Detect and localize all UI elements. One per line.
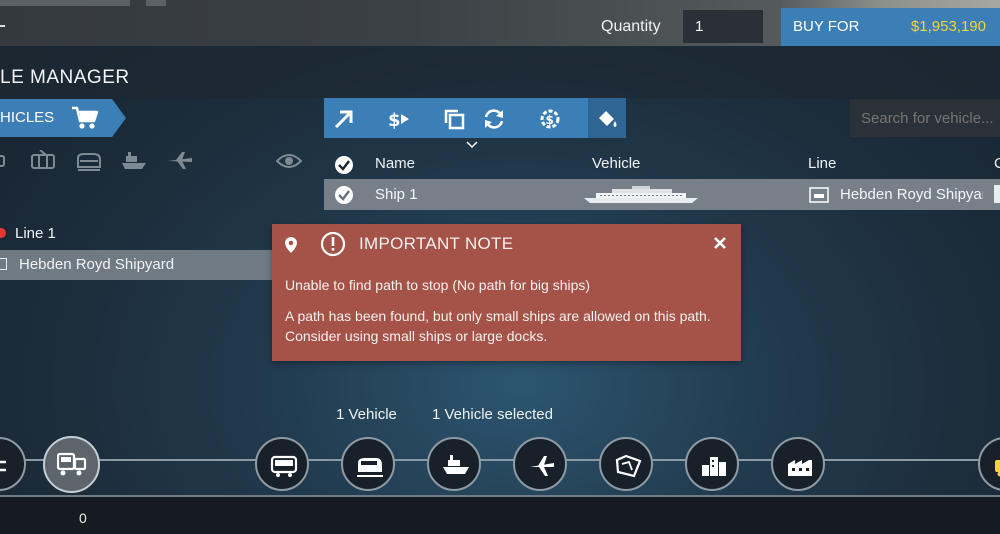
table-header: Name Vehicle Line C [324, 150, 1000, 178]
column-header-line[interactable]: Line [808, 155, 836, 172]
category-industry-button[interactable] [771, 437, 825, 491]
page-title: LE MANAGER [0, 67, 130, 88]
column-header-cargo[interactable]: C [994, 155, 1000, 172]
search-input[interactable] [850, 99, 1000, 137]
line-label: Line 1 [15, 225, 56, 242]
quantity-input[interactable] [683, 10, 763, 43]
location-pin-icon[interactable] [284, 236, 298, 259]
ship-icon [443, 455, 469, 474]
replace-icon[interactable] [482, 107, 506, 131]
close-icon[interactable] [713, 236, 727, 255]
important-note-dialog: IMPORTANT NOTE Unable to find path to st… [272, 224, 741, 361]
filter-road-icon[interactable] [0, 150, 8, 175]
money-settings-icon[interactable]: $ [538, 107, 562, 131]
notice-message-1: Unable to find path to stop (No path for… [285, 277, 591, 293]
category-tram-button[interactable] [255, 437, 309, 491]
cart-icon [70, 104, 100, 137]
dock-icon [0, 258, 7, 270]
warning-icon [320, 231, 346, 262]
vehicle-count: 1 Vehicle [336, 406, 397, 423]
bus-truck-icon [57, 452, 87, 476]
notice-message-2: A path has been found, but only small sh… [285, 308, 711, 344]
row-checkbox[interactable] [334, 185, 354, 210]
sell-icon[interactable]: $ [387, 107, 411, 131]
list-item-line[interactable]: Line 1 [0, 220, 300, 248]
filter-train-icon[interactable] [76, 150, 102, 177]
table-row[interactable]: Ship 1 Hebden Royd Shipyard [324, 179, 1000, 210]
eye-icon[interactable] [275, 150, 303, 177]
filter-plane-icon[interactable] [166, 150, 194, 177]
category-extra-button[interactable] [978, 437, 1000, 491]
list-item-stop[interactable]: Hebden Royd Shipyard [0, 250, 300, 280]
transfer-icon [0, 460, 6, 472]
buy-price: $1,953,190 [910, 18, 986, 35]
category-all-button[interactable] [0, 437, 26, 491]
top-left-field[interactable] [0, 0, 130, 6]
train-icon [357, 458, 383, 477]
svg-text:$: $ [546, 113, 554, 127]
category-terrain-button[interactable] [599, 437, 653, 491]
row-name: Ship 1 [375, 186, 418, 203]
paint-bucket-icon [595, 107, 619, 131]
title-bar [0, 47, 1000, 99]
town-buildings-icon [702, 457, 726, 476]
dock-icon [809, 187, 829, 208]
category-air-button[interactable] [513, 437, 567, 491]
selected-count: 1 Vehicle selected [432, 406, 553, 423]
ship-thumbnail [582, 184, 702, 211]
bottom-strip [0, 497, 1000, 534]
action-toolbar: $ $ [324, 98, 626, 138]
paint-button[interactable] [588, 98, 626, 138]
vehicle-filter-row [0, 149, 310, 177]
column-header-name[interactable]: Name [375, 155, 415, 172]
yellow-vehicle-icon [995, 460, 1000, 477]
select-all-checkbox[interactable] [334, 155, 354, 180]
category-rail-button[interactable] [341, 437, 395, 491]
row-line: Hebden Royd Shipyard [840, 186, 983, 203]
buy-button[interactable]: BUY FOR $1,953,190 [781, 8, 1000, 46]
top-left-button[interactable] [146, 0, 166, 6]
map-icon [615, 454, 642, 478]
buy-button-label: BUY FOR [793, 18, 860, 35]
filter-tram-icon[interactable] [30, 149, 56, 177]
stop-label: Hebden Royd Shipyard [19, 256, 175, 273]
tab-vehicles-label: HICLES [0, 109, 55, 126]
category-count: 0 [79, 510, 87, 526]
factory-icon [788, 460, 812, 476]
svg-text:$: $ [388, 110, 401, 131]
line-color-dot [0, 228, 6, 238]
tram-icon [270, 455, 298, 477]
column-header-vehicle[interactable]: Vehicle [592, 155, 640, 172]
category-water-button[interactable] [427, 437, 481, 491]
category-town-button[interactable] [685, 437, 739, 491]
filter-ship-icon[interactable] [121, 150, 147, 177]
plane-icon [530, 456, 554, 476]
notice-title: IMPORTANT NOTE [359, 234, 514, 253]
top-dash [0, 25, 5, 27]
quantity-label: Quantity [601, 18, 661, 35]
category-bar-line [0, 459, 1000, 461]
tab-vehicles[interactable]: HICLES [0, 99, 126, 137]
row-cargo-cell [994, 185, 1000, 203]
category-road-button[interactable] [43, 436, 100, 493]
send-to-icon[interactable] [332, 107, 356, 131]
duplicate-icon[interactable] [442, 107, 466, 131]
